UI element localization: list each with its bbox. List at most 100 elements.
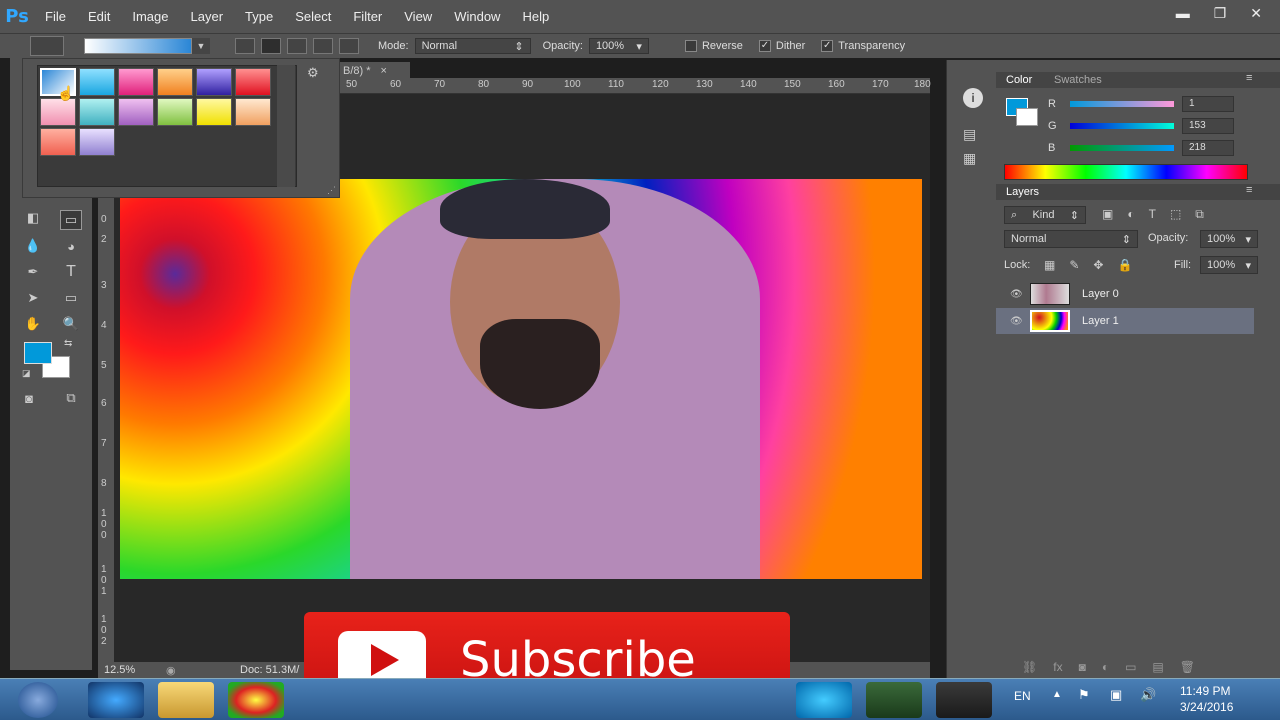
- gradient-preset[interactable]: [79, 68, 115, 96]
- reverse-checkbox[interactable]: [684, 40, 697, 53]
- tab-swatches[interactable]: Swatches: [1054, 74, 1102, 86]
- screen-mode-icon[interactable]: ⧉: [60, 388, 82, 408]
- link-layers-icon[interactable]: ⛓: [1022, 660, 1037, 674]
- default-colors-icon[interactable]: ◪: [22, 368, 31, 379]
- menu-layer[interactable]: Layer: [180, 9, 235, 24]
- layer-filter-kind[interactable]: ⌕ Kind ⇕: [1004, 206, 1086, 224]
- tray-expand-icon[interactable]: ▲: [1052, 689, 1062, 700]
- path-select-tool-icon[interactable]: ➤: [22, 288, 44, 308]
- smart-object-filter-icon[interactable]: ⧉: [1195, 207, 1204, 222]
- menu-filter[interactable]: Filter: [342, 9, 393, 24]
- minimize-button[interactable]: ▬: [1176, 5, 1190, 22]
- color-bg-swatch[interactable]: [1016, 108, 1038, 126]
- gradient-preset[interactable]: [118, 98, 154, 126]
- menu-image[interactable]: Image: [121, 9, 179, 24]
- menu-file[interactable]: File: [34, 9, 77, 24]
- new-layer-icon[interactable]: ▤: [1152, 660, 1163, 674]
- panel-menu-icon[interactable]: ≡: [1246, 72, 1252, 84]
- hand-tool-icon[interactable]: ✋: [22, 314, 44, 334]
- eye-icon[interactable]: 👁: [1010, 316, 1024, 327]
- clock-date[interactable]: 3/24/2016: [1180, 700, 1233, 714]
- menu-window[interactable]: Window: [443, 9, 511, 24]
- quick-mask-icon[interactable]: ◙: [18, 388, 40, 408]
- gradient-preset[interactable]: [118, 68, 154, 96]
- tool-preset-picker[interactable]: [30, 36, 64, 56]
- resize-grip-icon[interactable]: ⋰: [327, 185, 336, 196]
- gradient-tool-icon[interactable]: ▭: [60, 210, 82, 230]
- gradient-preset[interactable]: [157, 98, 193, 126]
- gradient-preset[interactable]: [196, 68, 232, 96]
- shape-filter-icon[interactable]: ⬚: [1170, 207, 1181, 222]
- gradient-preview[interactable]: [84, 38, 192, 54]
- eye-icon[interactable]: 👁: [1010, 289, 1024, 300]
- transparency-checkbox[interactable]: ✓: [821, 40, 834, 53]
- adjustment-filter-icon[interactable]: ◐: [1127, 207, 1134, 222]
- diamond-gradient-button[interactable]: [339, 38, 359, 54]
- lock-transparent-icon[interactable]: ▦: [1044, 258, 1055, 272]
- skype-icon[interactable]: [796, 682, 852, 718]
- dodge-tool-icon[interactable]: ◕: [60, 236, 82, 256]
- fill-input[interactable]: 100% ▾: [1200, 256, 1258, 274]
- image-filter-icon[interactable]: ▣: [1102, 207, 1113, 222]
- channel-b-slider[interactable]: [1070, 145, 1174, 151]
- close-button[interactable]: ✕: [1250, 5, 1262, 22]
- properties-icon[interactable]: ▦: [963, 150, 976, 167]
- tab-close-icon[interactable]: ×: [381, 65, 387, 77]
- mode-select[interactable]: Normal ⇕: [414, 38, 531, 54]
- dither-option[interactable]: ✓ Dither: [758, 40, 805, 53]
- clock-time[interactable]: 11:49 PM: [1180, 684, 1230, 698]
- gradient-preset[interactable]: [79, 98, 115, 126]
- gradient-preset[interactable]: [79, 128, 115, 156]
- channel-b-input[interactable]: 218: [1182, 140, 1234, 156]
- tab-layers[interactable]: Layers: [1006, 186, 1039, 198]
- new-group-icon[interactable]: ▭: [1125, 660, 1136, 674]
- layer-blend-mode-select[interactable]: Normal ⇕: [1004, 230, 1138, 248]
- menu-help[interactable]: Help: [511, 9, 560, 24]
- menu-edit[interactable]: Edit: [77, 9, 121, 24]
- chrome-icon[interactable]: [228, 682, 284, 718]
- opacity-input[interactable]: 100% ▾: [588, 38, 649, 54]
- app-icon[interactable]: [936, 682, 992, 718]
- layer-row-1[interactable]: 👁 Layer 1: [996, 308, 1254, 334]
- volume-icon[interactable]: 🔊: [1140, 687, 1156, 703]
- zoom-level[interactable]: 12.5%: [104, 664, 135, 676]
- lock-position-icon[interactable]: ✥: [1093, 258, 1103, 272]
- gradient-preset[interactable]: [235, 68, 271, 96]
- excel-icon[interactable]: [866, 682, 922, 718]
- internet-explorer-icon[interactable]: [88, 682, 144, 718]
- gear-icon[interactable]: ⚙: [307, 65, 319, 81]
- document-image[interactable]: [120, 179, 922, 579]
- picker-scrollbar[interactable]: [277, 65, 295, 187]
- dither-checkbox[interactable]: ✓: [758, 40, 771, 53]
- doc-info[interactable]: Doc: 51.3M/: [240, 664, 299, 676]
- channel-g-input[interactable]: 153: [1182, 118, 1234, 134]
- channel-g-slider[interactable]: [1070, 123, 1174, 129]
- gradient-dropdown-icon[interactable]: ▼: [192, 38, 210, 54]
- fx-icon[interactable]: fx: [1053, 660, 1062, 674]
- zoom-tool-icon[interactable]: 🔍: [60, 314, 82, 334]
- gradient-preset[interactable]: [235, 98, 271, 126]
- lock-all-icon[interactable]: 🔒: [1117, 258, 1132, 272]
- gradient-preset[interactable]: [196, 98, 232, 126]
- color-spectrum-ramp[interactable]: [1004, 164, 1248, 180]
- add-mask-icon[interactable]: ◙: [1079, 660, 1086, 674]
- reflected-gradient-button[interactable]: [313, 38, 333, 54]
- history-icon[interactable]: ▤: [963, 126, 976, 143]
- gradient-preset[interactable]: [40, 98, 76, 126]
- channel-r-input[interactable]: 1: [1182, 96, 1234, 112]
- pen-tool-icon[interactable]: ✒: [22, 262, 44, 282]
- lock-pixels-icon[interactable]: ✎: [1069, 258, 1079, 272]
- blur-tool-icon[interactable]: 💧: [22, 236, 44, 256]
- angle-gradient-button[interactable]: [287, 38, 307, 54]
- radial-gradient-button[interactable]: [261, 38, 281, 54]
- info-icon[interactable]: i: [963, 88, 983, 108]
- language-indicator[interactable]: EN: [1014, 689, 1031, 703]
- file-explorer-icon[interactable]: [158, 682, 214, 718]
- foreground-color-swatch-top[interactable]: [24, 342, 52, 364]
- restore-button[interactable]: ❐: [1214, 5, 1227, 22]
- menu-view[interactable]: View: [393, 9, 443, 24]
- eraser-tool-icon[interactable]: ◧: [22, 208, 44, 228]
- layers-menu-icon[interactable]: ≡: [1246, 184, 1252, 196]
- layer-opacity-input[interactable]: 100% ▾: [1200, 230, 1258, 248]
- reverse-option[interactable]: Reverse: [684, 40, 743, 53]
